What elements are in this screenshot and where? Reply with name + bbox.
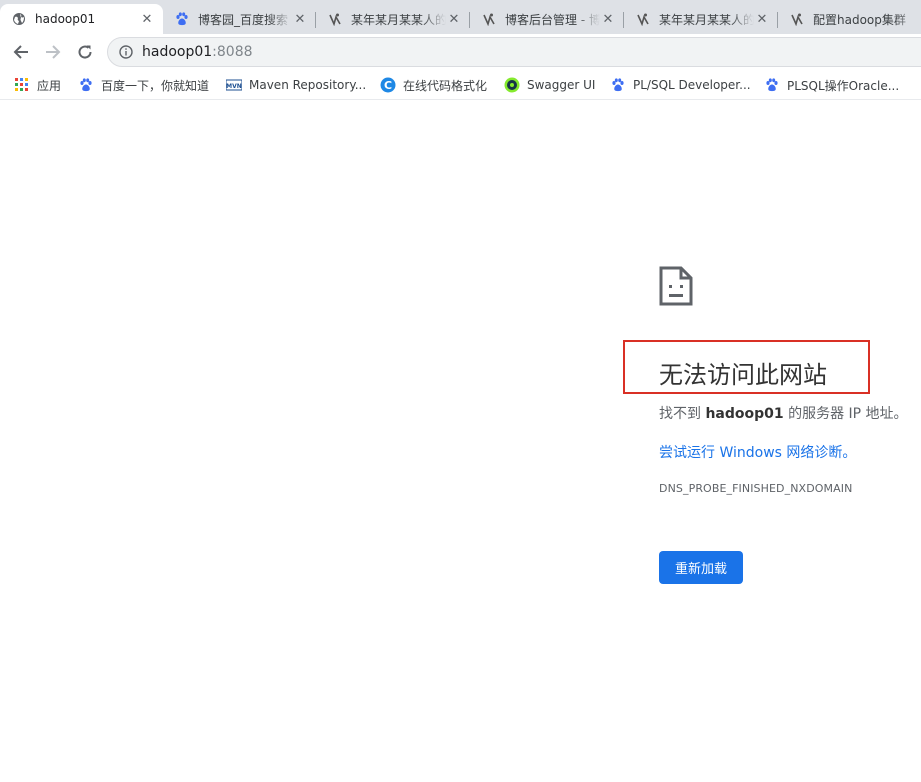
reload-icon: [78, 45, 92, 59]
swagger-icon: [504, 77, 520, 93]
baidu-paw-icon: [764, 77, 780, 93]
globe-icon: [11, 11, 27, 27]
bookmark-plsql-oracle[interactable]: PLSQL操作Oracle...: [764, 76, 899, 94]
baidu-paw-icon: [610, 77, 626, 93]
tab-cnblogs-1[interactable]: 某年某月某某人的 ✕: [316, 4, 470, 34]
tab-baidu-search[interactable]: 博客园_百度搜索 ✕: [163, 4, 316, 34]
arrow-left-icon: [13, 45, 28, 59]
tab-title: hadoop01: [35, 12, 96, 26]
error-desc-suffix: 的服务器 IP 地址。: [783, 406, 908, 422]
reload-toolbar-button[interactable]: [71, 38, 99, 66]
close-icon[interactable]: ✕: [292, 11, 308, 27]
apps-grid-icon: [14, 77, 30, 93]
tab-title: 配置hadoop集群: [813, 12, 906, 27]
cnblogs-icon: [481, 11, 497, 27]
tab-cnblogs-admin[interactable]: 博客后台管理 - 博 ✕: [470, 4, 624, 34]
cnblogs-icon: [327, 11, 343, 27]
url-port: :8088: [212, 44, 253, 60]
error-title: 无法访问此网站: [659, 361, 827, 389]
back-button[interactable]: [7, 38, 35, 66]
bookmark-baidu[interactable]: 百度一下，你就知道: [78, 76, 209, 94]
error-description: 找不到 hadoop01 的服务器 IP 地址。: [659, 403, 908, 423]
error-desc-host: hadoop01: [705, 406, 784, 422]
tab-cnblogs-2[interactable]: 某年某月某某人的 ✕: [624, 4, 778, 34]
url-text: hadoop01:8088: [142, 44, 253, 60]
bookmark-label: PL/SQL Developer...: [633, 78, 751, 92]
cnblogs-icon: [789, 11, 805, 27]
bookmark-label: 应用: [37, 78, 62, 93]
baidu-paw-icon: [174, 11, 190, 27]
code-format-icon: C: [380, 77, 396, 93]
bookmark-label: PLSQL操作Oracle...: [787, 78, 900, 93]
tab-title: 博客后台管理 - 博: [505, 12, 600, 27]
bookmark-swagger[interactable]: Swagger UI: [504, 76, 595, 94]
svg-text:C: C: [384, 79, 392, 92]
browser-toolbar: hadoop01:8088: [0, 34, 921, 70]
bookmark-label: 在线代码格式化: [403, 78, 488, 93]
tab-title: 博客园_百度搜索: [198, 12, 289, 27]
tab-title: 某年某月某某人的: [351, 12, 446, 27]
forward-button[interactable]: [39, 38, 67, 66]
info-icon[interactable]: [118, 44, 134, 60]
close-icon[interactable]: ✕: [600, 11, 616, 27]
close-icon[interactable]: ✕: [446, 11, 462, 27]
arrow-right-icon: [46, 45, 61, 59]
baidu-paw-icon: [78, 77, 94, 93]
tab-hadoop01[interactable]: hadoop01 ✕: [0, 4, 163, 34]
bookmark-maven[interactable]: MVN Maven Repository...: [226, 76, 366, 94]
sad-page-icon: [659, 266, 693, 310]
bookmark-label: 百度一下，你就知道: [101, 78, 210, 93]
bookmark-code-format[interactable]: C 在线代码格式化: [380, 76, 487, 94]
close-icon[interactable]: ✕: [139, 11, 155, 27]
bookmarks-bar: 应用 百度一下，你就知道 MVN Maven Repository... C 在…: [0, 70, 921, 100]
url-host: hadoop01: [142, 44, 213, 60]
svg-text:MVN: MVN: [226, 83, 242, 90]
bookmark-apps[interactable]: 应用: [14, 76, 61, 94]
maven-icon: MVN: [226, 77, 242, 93]
bookmark-plsql-dev[interactable]: PL/SQL Developer...: [610, 76, 751, 94]
address-bar[interactable]: hadoop01:8088: [107, 37, 921, 67]
error-code: DNS_PROBE_FINISHED_NXDOMAIN: [659, 482, 853, 495]
error-desc-prefix: 找不到: [659, 406, 706, 422]
bookmark-label: Swagger UI: [527, 78, 596, 92]
tab-hadoop-cluster[interactable]: 配置hadoop集群: [778, 4, 921, 34]
tab-strip: hadoop01 ✕ 博客园_百度搜索 ✕ 某年某月某某人的 ✕ 博客后台管理 …: [0, 0, 921, 34]
bookmark-label: Maven Repository...: [249, 78, 367, 92]
network-diagnostics-link[interactable]: 尝试运行 Windows 网络诊断。: [659, 442, 856, 462]
close-icon[interactable]: ✕: [754, 11, 770, 27]
cnblogs-icon: [635, 11, 651, 27]
reload-button[interactable]: 重新加载: [659, 551, 743, 584]
tab-title: 某年某月某某人的: [659, 12, 754, 27]
